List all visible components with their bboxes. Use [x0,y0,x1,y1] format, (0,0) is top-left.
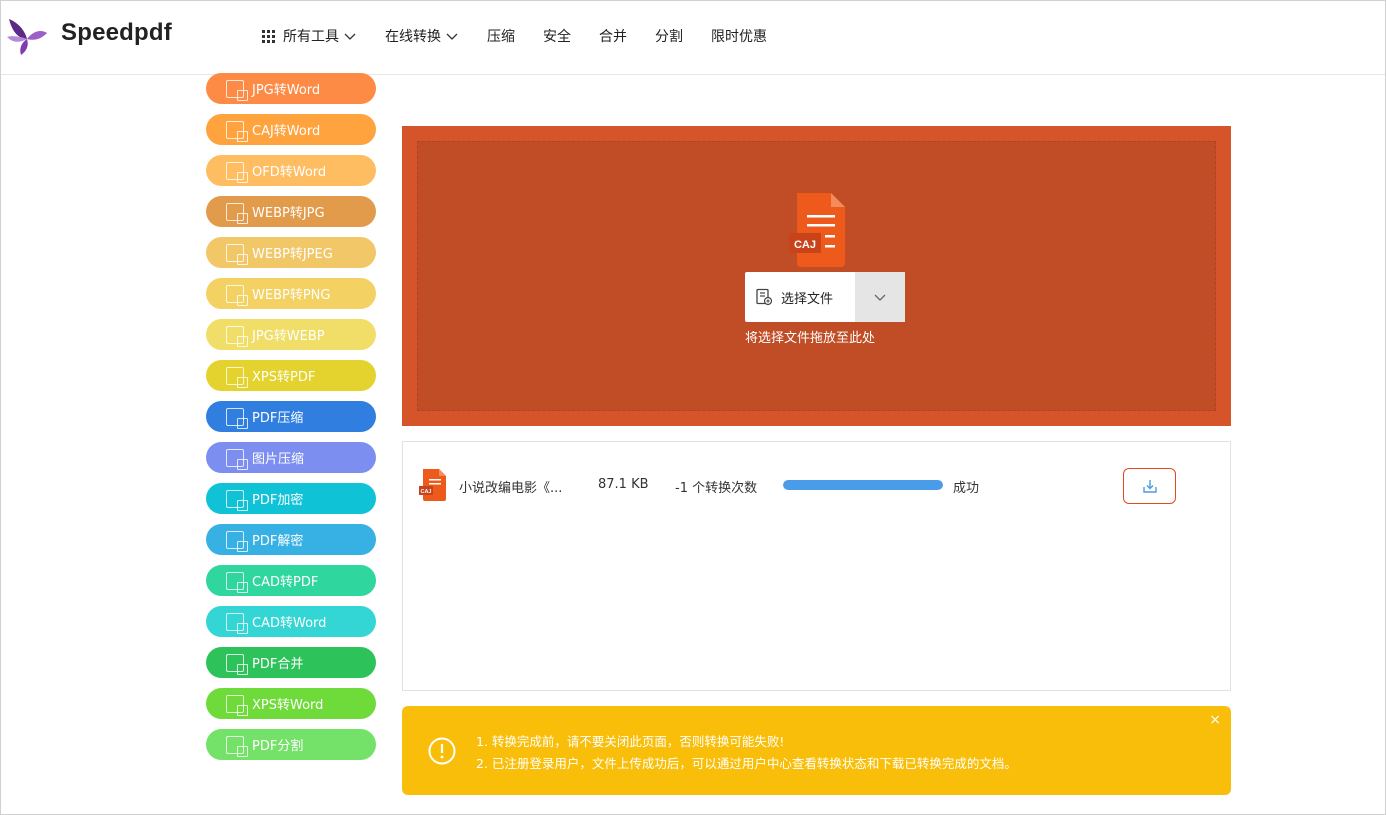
file-list: CAJ 小说改编电影《... 87.1 KB -1 个转换次数 成功 [402,441,1231,691]
chevron-down-icon [446,33,458,40]
nav-merge[interactable]: 合并 [599,26,627,46]
status-text: 成功 [953,481,980,496]
tool-icon [226,530,248,552]
file-type-badge: CAJ [794,239,816,251]
sidebar-tool-label: PDF分割 [252,739,304,754]
notice-banner: 1. 转换完成前，请不要关闭此页面，否则转换可能失败! 2. 已注册登录用户，文… [402,706,1231,795]
tool-icon [226,653,248,675]
sidebar-tool-item[interactable]: JPG转WEBP [206,319,376,350]
nav-all-tools[interactable]: 所有工具 [262,26,357,46]
sidebar-tool-label: PDF合并 [252,657,304,672]
nav-compress[interactable]: 压缩 [487,26,515,46]
sidebar-tool-item[interactable]: PDF解密 [206,524,376,555]
sidebar-tool-item[interactable]: PDF合并 [206,647,376,678]
tool-icon [226,694,248,716]
sidebar-tool-label: 图片压缩 [252,452,305,467]
chevron-down-icon [344,33,356,40]
sidebar-tool-item[interactable]: CAD转PDF [206,565,376,596]
nav-label: 压缩 [487,29,515,45]
sidebar-tool-label: XPS转Word [252,698,324,713]
sidebar-tool-label: JPG转Word [252,83,321,98]
sidebar-tool-item[interactable]: WEBP转PNG [206,278,376,309]
sidebar-tool-label: PDF加密 [252,493,304,508]
warning-icon [428,737,456,765]
sidebar-tool-item[interactable]: CAJ转Word [206,114,376,145]
sidebar-tool-item[interactable]: WEBP转JPG [206,196,376,227]
select-file-button[interactable]: 选择文件 [745,272,905,322]
tool-icon [226,79,248,101]
sidebar-tool-label: CAJ转Word [252,124,321,139]
download-icon [1142,480,1157,493]
top-header: Speedpdf 所有工具 在线转换 压缩 安全 合并 分割 限时优惠 [1,1,1385,75]
caj-file-small-icon: CAJ [419,469,446,501]
tool-icon [226,612,248,634]
file-name: 小说改编电影《... [459,481,563,496]
conversion-count: -1 个转换次数 [675,481,758,496]
sidebar-tool-label: WEBP转JPG [252,206,325,221]
nav-split[interactable]: 分割 [655,26,683,46]
file-size: 87.1 KB [598,477,649,492]
sidebar-tool-item[interactable]: OFD转Word [206,155,376,186]
nav-label: 分割 [655,29,683,45]
sidebar-tool-item[interactable]: PDF分割 [206,729,376,760]
select-file-main[interactable]: 选择文件 [745,272,855,322]
speedpdf-logo-icon[interactable] [5,15,49,57]
tool-icon [226,489,248,511]
brand-name[interactable]: Speedpdf [61,19,172,47]
notice-line-1: 1. 转换完成前，请不要关闭此页面，否则转换可能失败! [476,734,785,749]
sidebar-tool-item[interactable]: PDF压缩 [206,401,376,432]
tool-icon [226,448,248,470]
nav-label: 限时优惠 [711,29,767,45]
nav-label: 合并 [599,29,627,45]
tool-icon [226,325,248,347]
progress-fill [783,480,943,490]
nav-label: 所有工具 [283,29,339,45]
sidebar-tool-item[interactable]: XPS转PDF [206,360,376,391]
tool-icon [226,120,248,142]
sidebar-tool-label: PDF压缩 [252,411,304,426]
main-nav: 所有工具 在线转换 压缩 安全 合并 分割 限时优惠 [262,25,795,47]
sidebar-tool-label: PDF解密 [252,534,304,549]
sidebar-tool-label: XPS转PDF [252,370,316,385]
chevron-down-icon [874,294,886,301]
close-icon[interactable]: × [1209,712,1221,728]
sidebar-tool-item[interactable]: JPG转Word [206,73,376,104]
grid-icon [262,29,275,43]
sidebar-tool-label: OFD转Word [252,165,327,180]
progress-bar [783,480,943,490]
tool-icon [226,161,248,183]
nav-security[interactable]: 安全 [543,26,571,46]
nav-online-convert[interactable]: 在线转换 [385,26,459,46]
file-badge: CAJ [420,489,431,495]
caj-file-icon: CAJ [789,193,845,267]
nav-label: 在线转换 [385,29,441,45]
tool-icon [226,284,248,306]
drop-hint-text: 将选择文件拖放至此处 [745,331,876,346]
tool-icon [226,366,248,388]
file-row: CAJ 小说改编电影《... 87.1 KB -1 个转换次数 成功 [403,442,1230,528]
sidebar-tool-item[interactable]: WEBP转JPEG [206,237,376,268]
tool-icon [226,571,248,593]
tool-icon [226,735,248,757]
sidebar-tool-item[interactable]: 图片压缩 [206,442,376,473]
sidebar-tool-label: JPG转WEBP [252,329,325,344]
sidebar-tool-label: CAD转PDF [252,575,319,590]
select-file-label: 选择文件 [781,291,834,307]
sidebar-tool-label: WEBP转JPEG [252,247,333,262]
download-button[interactable] [1123,468,1176,504]
document-icon [756,288,773,306]
tool-icon [226,407,248,429]
nav-label: 安全 [543,29,571,45]
nav-limited-offer[interactable]: 限时优惠 [711,26,767,46]
sidebar-tool-item[interactable]: PDF加密 [206,483,376,514]
sidebar-tool-label: CAD转Word [252,616,327,631]
select-source-dropdown[interactable] [855,272,905,322]
sidebar-tool-item[interactable]: CAD转Word [206,606,376,637]
sidebar-tool-item[interactable]: XPS转Word [206,688,376,719]
tool-icon [226,202,248,224]
tool-sidebar: JPG转Word CAJ转Word OFD转Word WEBP转JPG WEBP转JPE… [206,73,376,770]
tool-icon [226,243,248,265]
sidebar-tool-label: WEBP转PNG [252,288,331,303]
notice-line-2: 2. 已注册登录用户，文件上传成功后，可以通过用户中心查看转换状态和下载已转换完… [476,756,1017,771]
